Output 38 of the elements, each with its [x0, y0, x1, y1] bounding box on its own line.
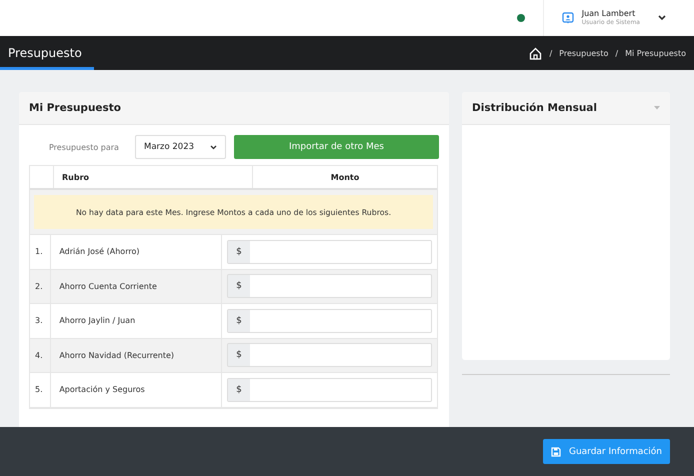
user-badge-icon — [562, 12, 574, 24]
page-title: Presupuesto — [8, 46, 82, 60]
caret-down-icon[interactable] — [654, 106, 660, 110]
currency-label: $ — [228, 344, 250, 366]
amount-field[interactable]: $ — [227, 308, 432, 333]
breadcrumb-link[interactable]: Presupuesto — [559, 48, 608, 58]
breadcrumb-separator: / — [615, 48, 618, 58]
user-name: Juan Lambert — [582, 9, 636, 19]
amount-field[interactable]: $ — [227, 343, 432, 368]
table-cell: Ahorro Navidad (Recurrente) — [51, 338, 222, 372]
table-cell: Ahorro Cuenta Corriente — [51, 270, 222, 303]
breadcrumb-separator: / — [549, 48, 552, 58]
amount-field[interactable]: $ — [227, 240, 432, 264]
amount-field[interactable]: $ — [227, 274, 432, 298]
currency-label: $ — [228, 310, 250, 332]
row-number: 3. — [30, 304, 52, 338]
chevron-down-icon — [210, 144, 217, 150]
row-number: 5. — [30, 373, 52, 406]
period-label: Presupuesto para — [49, 142, 120, 152]
home-icon[interactable] — [529, 46, 542, 60]
card-title: Distribución Mensual — [472, 102, 597, 114]
table-cell: Adrián José (Ahorro) — [51, 235, 222, 268]
currency-label: $ — [228, 378, 250, 401]
card-title: Mi Presupuesto — [29, 102, 122, 114]
currency-label: $ — [228, 240, 250, 263]
amount-input[interactable] — [250, 275, 431, 298]
table-cell: Ahorro Jaylin / Juan — [51, 304, 222, 338]
currency-label: $ — [228, 275, 250, 298]
amount-input[interactable] — [250, 344, 431, 366]
column-header: Rubro — [54, 166, 253, 188]
row-number: 2. — [30, 270, 52, 303]
row-number: 4. — [30, 338, 52, 372]
column-header: Monto — [330, 172, 360, 184]
row-number: 1. — [30, 235, 52, 268]
table-cell: Aportación y Seguros — [51, 373, 222, 406]
chevron-down-icon — [658, 15, 666, 21]
amount-field[interactable]: $ — [227, 378, 432, 402]
period-select[interactable]: Marzo 2023 — [135, 135, 226, 159]
